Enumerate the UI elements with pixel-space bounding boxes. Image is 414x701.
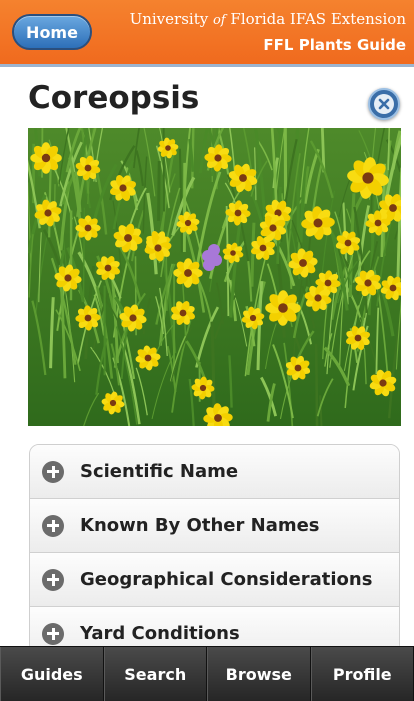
bottom-tab-bar: Guides Search Browse Profile [0,646,414,701]
page-title: Coreopsis [28,80,200,116]
plus-icon [42,568,64,591]
grass-blade [295,128,301,242]
accordion-label: Scientific Name [80,461,239,482]
brand-of: of [212,13,226,28]
brand-part2: Florida IFAS Extension [230,10,406,28]
app-title: FFL Plants Guide [263,36,406,54]
brand-part1: University [129,10,209,28]
accordion-item-scientific-name[interactable]: Scientific Name [30,445,399,499]
tab-guides[interactable]: Guides [0,647,104,701]
coreopsis-flower [173,258,203,288]
plus-icon [42,460,64,483]
grass-blade [157,161,161,221]
plus-icon [42,514,64,537]
coreopsis-flower [265,290,301,326]
coreopsis-flower [75,215,101,241]
grass-blade [314,343,319,426]
accordion-label: Known By Other Names [80,515,320,536]
coreopsis-flower [30,142,62,174]
home-button[interactable]: Home [12,14,92,50]
tab-profile[interactable]: Profile [310,647,414,701]
brand-name: University of Florida IFAS Extension [130,10,406,28]
tab-search[interactable]: Search [103,647,207,701]
accordion-item-other-names[interactable]: Known By Other Names [30,499,399,553]
grass-blade [250,222,256,287]
plant-info-accordion: Scientific Name Known By Other Names Geo… [29,444,400,654]
accordion-item-geographical[interactable]: Geographical Considerations [30,553,399,607]
tab-browse[interactable]: Browse [207,647,311,701]
grass-blade [165,256,168,311]
app-header: Home University of Florida IFAS Extensio… [0,0,414,67]
accordion-label: Geographical Considerations [80,569,373,590]
plant-photo [28,128,401,426]
close-button[interactable] [368,88,400,120]
close-icon [374,94,394,114]
accordion-label: Yard Conditions [80,623,240,644]
plus-icon [42,622,64,645]
